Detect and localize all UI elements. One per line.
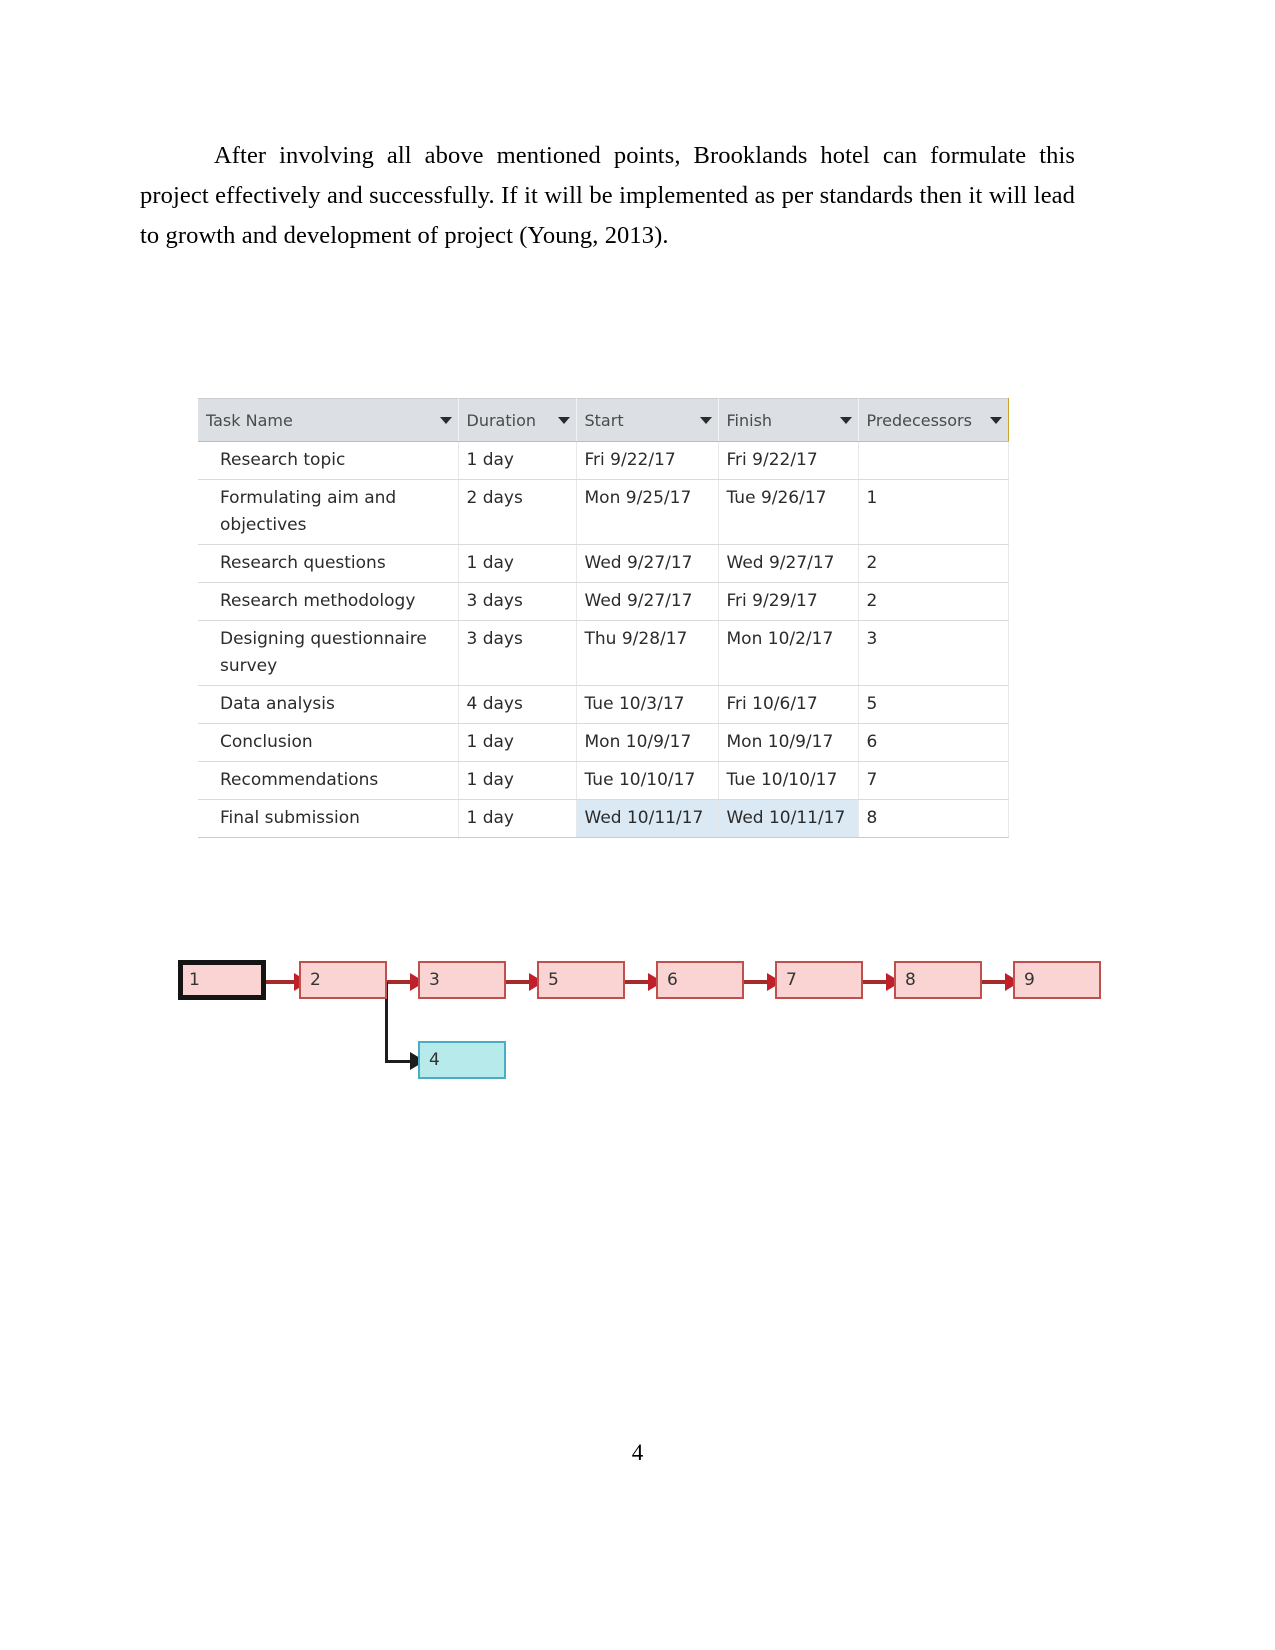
cell-task-name: Research topic bbox=[198, 441, 459, 480]
cell-predecessors: 8 bbox=[858, 799, 1009, 838]
column-header-label: Start bbox=[584, 410, 624, 430]
cell-task-name: Final submission bbox=[198, 799, 459, 838]
column-header-task-name[interactable]: Task Name bbox=[198, 398, 459, 442]
cell-start: Tue 10/10/17 bbox=[576, 761, 719, 800]
table-row[interactable]: Conclusion 1 day Mon 10/9/17 Mon 10/9/17… bbox=[198, 723, 1009, 762]
cell-predecessors: 2 bbox=[858, 544, 1009, 583]
network-node-3[interactable]: 3 bbox=[418, 961, 506, 999]
cell-task-name: Designing questionnaire survey bbox=[198, 620, 459, 686]
network-node-9[interactable]: 9 bbox=[1013, 961, 1101, 999]
cell-task-name: Research methodology bbox=[198, 582, 459, 621]
cell-start: Tue 10/3/17 bbox=[576, 685, 719, 724]
column-header-start[interactable]: Start bbox=[576, 398, 719, 442]
chevron-down-icon[interactable] bbox=[439, 416, 452, 424]
chevron-down-icon[interactable] bbox=[557, 416, 570, 424]
network-node-2[interactable]: 2 bbox=[299, 961, 387, 999]
cell-finish: Fri 10/6/17 bbox=[718, 685, 859, 724]
cell-finish: Fri 9/29/17 bbox=[718, 582, 859, 621]
cell-duration: 3 days bbox=[458, 582, 577, 621]
cell-task-name: Recommendations bbox=[198, 761, 459, 800]
table-row[interactable]: Designing questionnaire survey 3 days Th… bbox=[198, 620, 1009, 686]
document-body: After involving all above mentioned poin… bbox=[140, 0, 1075, 256]
cell-duration: 1 day bbox=[458, 799, 577, 838]
cell-task-name: Formulating aim and objectives bbox=[198, 479, 459, 545]
cell-task-name: Research questions bbox=[198, 544, 459, 583]
network-node-5[interactable]: 5 bbox=[537, 961, 625, 999]
cell-task-name: Conclusion bbox=[198, 723, 459, 762]
chevron-down-icon[interactable] bbox=[699, 416, 712, 424]
page-number: 4 bbox=[631, 1440, 644, 1465]
cell-finish: Wed 10/11/17 bbox=[718, 799, 859, 838]
table-row[interactable]: Formulating aim and objectives 2 days Mo… bbox=[198, 479, 1009, 545]
task-schedule-table: Task Name Duration Start Finish Predeces… bbox=[198, 398, 1009, 838]
cell-start: Thu 9/28/17 bbox=[576, 620, 719, 686]
cell-duration: 1 day bbox=[458, 441, 577, 480]
table-row[interactable]: Research topic 1 day Fri 9/22/17 Fri 9/2… bbox=[198, 441, 1009, 480]
cell-duration: 1 day bbox=[458, 723, 577, 762]
network-node-7[interactable]: 7 bbox=[775, 961, 863, 999]
cell-start: Wed 9/27/17 bbox=[576, 582, 719, 621]
table-row[interactable]: Research methodology 3 days Wed 9/27/17 … bbox=[198, 582, 1009, 621]
table-row[interactable]: Data analysis 4 days Tue 10/3/17 Fri 10/… bbox=[198, 685, 1009, 724]
network-node-6[interactable]: 6 bbox=[656, 961, 744, 999]
cell-finish: Tue 9/26/17 bbox=[718, 479, 859, 545]
column-header-label: Finish bbox=[726, 410, 773, 430]
table-header-row: Task Name Duration Start Finish Predeces… bbox=[198, 398, 1009, 442]
cell-finish: Mon 10/9/17 bbox=[718, 723, 859, 762]
cell-finish: Fri 9/22/17 bbox=[718, 441, 859, 480]
cell-duration: 4 days bbox=[458, 685, 577, 724]
cell-predecessors: 1 bbox=[858, 479, 1009, 545]
network-node-8[interactable]: 8 bbox=[894, 961, 982, 999]
column-header-predecessors[interactable]: Predecessors bbox=[858, 398, 1009, 442]
cell-start: Wed 9/27/17 bbox=[576, 544, 719, 583]
cell-predecessors: 3 bbox=[858, 620, 1009, 686]
cell-start: Mon 10/9/17 bbox=[576, 723, 719, 762]
column-header-label: Predecessors bbox=[866, 410, 972, 430]
cell-duration: 2 days bbox=[458, 479, 577, 545]
cell-start: Mon 9/25/17 bbox=[576, 479, 719, 545]
table-row[interactable]: Recommendations 1 day Tue 10/10/17 Tue 1… bbox=[198, 761, 1009, 800]
cell-start: Fri 9/22/17 bbox=[576, 441, 719, 480]
branch-connector-horizontal bbox=[385, 1060, 413, 1063]
column-header-label: Task Name bbox=[206, 410, 293, 430]
chevron-down-icon[interactable] bbox=[989, 416, 1002, 424]
column-header-duration[interactable]: Duration bbox=[458, 398, 577, 442]
cell-start: Wed 10/11/17 bbox=[576, 799, 719, 838]
cell-finish: Wed 9/27/17 bbox=[718, 544, 859, 583]
cell-finish: Tue 10/10/17 bbox=[718, 761, 859, 800]
cell-finish: Mon 10/2/17 bbox=[718, 620, 859, 686]
network-node-4[interactable]: 4 bbox=[418, 1041, 506, 1079]
table-row[interactable]: Research questions 1 day Wed 9/27/17 Wed… bbox=[198, 544, 1009, 583]
network-precedence-diagram: 1 2 3 5 6 7 8 9 4 bbox=[178, 948, 1108, 1093]
network-node-1[interactable]: 1 bbox=[178, 960, 266, 1000]
cell-predecessors bbox=[858, 441, 1009, 480]
cell-predecessors: 5 bbox=[858, 685, 1009, 724]
cell-duration: 1 day bbox=[458, 544, 577, 583]
cell-duration: 3 days bbox=[458, 620, 577, 686]
page-paragraph: After involving all above mentioned poin… bbox=[140, 142, 1075, 249]
cell-duration: 1 day bbox=[458, 761, 577, 800]
cell-predecessors: 6 bbox=[858, 723, 1009, 762]
column-header-finish[interactable]: Finish bbox=[718, 398, 859, 442]
cell-task-name: Data analysis bbox=[198, 685, 459, 724]
chevron-down-icon[interactable] bbox=[839, 416, 852, 424]
cell-predecessors: 2 bbox=[858, 582, 1009, 621]
cell-predecessors: 7 bbox=[858, 761, 1009, 800]
table-row[interactable]: Final submission 1 day Wed 10/11/17 Wed … bbox=[198, 799, 1009, 838]
column-header-label: Duration bbox=[466, 410, 537, 430]
